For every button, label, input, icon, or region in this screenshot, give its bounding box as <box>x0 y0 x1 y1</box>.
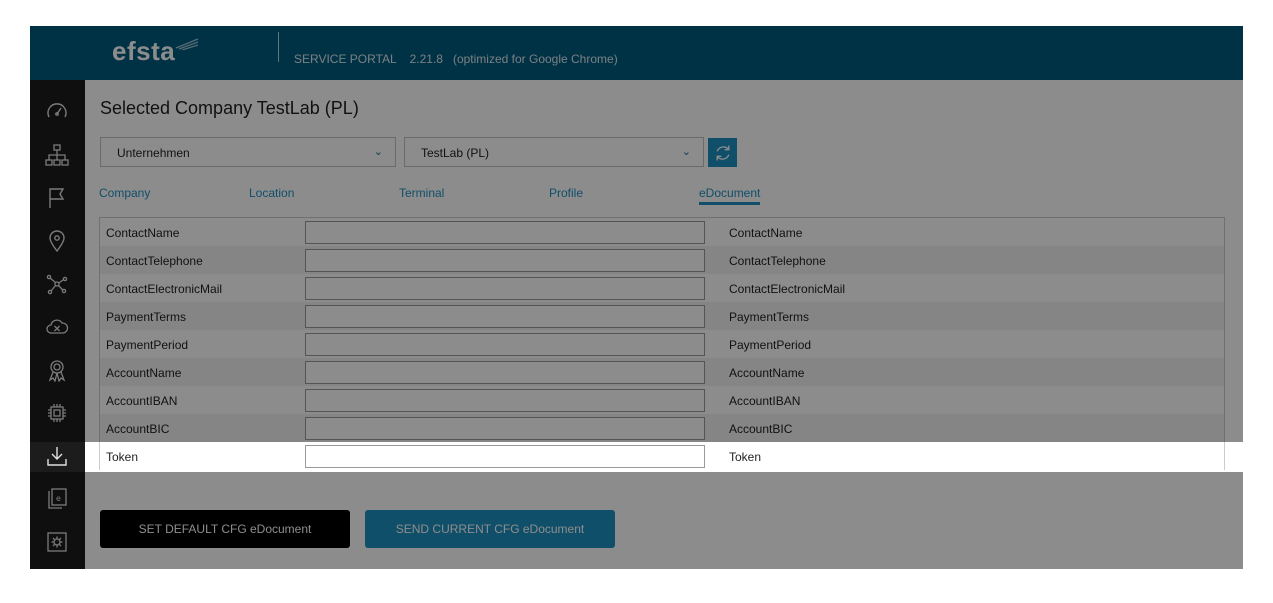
company-select[interactable]: TestLab (PL) ⌄ <box>404 137 704 167</box>
refresh-icon <box>716 145 729 160</box>
table-row: ContactTelephone ContactTelephone <box>100 246 1224 274</box>
payment-terms-field[interactable] <box>305 305 705 328</box>
row-label: PaymentTerms <box>106 310 187 324</box>
row-right-label: ContactTelephone <box>729 254 826 268</box>
table-row: AccountIBAN AccountIBAN <box>100 386 1224 414</box>
download-icon[interactable] <box>43 442 71 470</box>
location-pin-icon[interactable] <box>43 227 71 255</box>
chevron-down-icon: ⌄ <box>373 146 383 158</box>
row-right-label: PaymentTerms <box>729 310 810 324</box>
table-row: ContactName ContactName <box>100 218 1224 246</box>
logo-wing-icon <box>175 38 199 50</box>
sidebar: e <box>30 80 85 569</box>
contact-name-field[interactable] <box>305 221 705 244</box>
tab-location[interactable]: Location <box>249 186 294 200</box>
row-label: ContactTelephone <box>106 254 203 268</box>
tab-profile[interactable]: Profile <box>549 186 583 200</box>
dashboard-icon[interactable] <box>43 98 71 126</box>
row-label: AccountName <box>106 366 182 380</box>
send-current-cfg-button[interactable]: SEND CURRENT CFG eDocument <box>365 510 615 548</box>
svg-text:e: e <box>56 494 61 503</box>
row-label: AccountIBAN <box>106 394 178 408</box>
main-content: Selected Company TestLab (PL) Unternehme… <box>85 80 1243 569</box>
row-label: PaymentPeriod <box>106 338 189 352</box>
table-row: ContactElectronicMail ContactElectronicM… <box>100 274 1224 302</box>
table-row: Token Token <box>100 442 1224 470</box>
portal-info: SERVICE PORTAL 2.21.8 (optimized for Goo… <box>294 52 618 66</box>
row-label: ContactName <box>106 226 180 240</box>
row-right-label: PaymentPeriod <box>729 338 812 352</box>
table-row: PaymentTerms PaymentTerms <box>100 302 1224 330</box>
chevron-down-icon: ⌄ <box>681 146 691 158</box>
settings-box-icon[interactable] <box>43 528 71 556</box>
contact-email-field[interactable] <box>305 277 705 300</box>
network-icon[interactable] <box>43 270 71 298</box>
top-header: efsta SERVICE PORTAL 2.21.8 (optimized f… <box>30 26 1243 80</box>
account-iban-field[interactable] <box>305 389 705 412</box>
chip-icon[interactable] <box>43 399 71 427</box>
refresh-button[interactable] <box>708 138 737 167</box>
row-right-label: AccountName <box>729 366 805 380</box>
tab-company[interactable]: Company <box>99 186 150 200</box>
row-right-label: AccountIBAN <box>729 394 801 408</box>
tab-terminal[interactable]: Terminal <box>399 186 444 200</box>
page-title: Selected Company TestLab (PL) <box>100 98 359 118</box>
app-window: efsta SERVICE PORTAL 2.21.8 (optimized f… <box>30 26 1243 569</box>
row-right-label: Token <box>729 450 762 464</box>
contact-telephone-field[interactable] <box>305 249 705 272</box>
certificate-icon[interactable] <box>43 356 71 384</box>
efsta-logo[interactable]: efsta <box>112 36 199 67</box>
row-right-label: ContactElectronicMail <box>729 282 846 296</box>
edocument-config-table: ContactName ContactName ContactTelephone… <box>99 217 1225 470</box>
account-name-field[interactable] <box>305 361 705 384</box>
row-right-label: AccountBIC <box>729 422 793 436</box>
row-right-label: ContactName <box>729 226 803 240</box>
header-divider <box>278 32 279 62</box>
type-select-value: Unternehmen <box>117 146 190 160</box>
document-e-icon[interactable]: e <box>43 485 71 513</box>
flag-icon[interactable] <box>43 184 71 212</box>
row-label: Token <box>106 450 139 464</box>
table-row: AccountBIC AccountBIC <box>100 414 1224 442</box>
account-bic-field[interactable] <box>305 417 705 440</box>
logo-text: efsta <box>112 36 176 66</box>
hierarchy-icon[interactable] <box>43 141 71 169</box>
tab-edocument[interactable]: eDocument <box>699 186 761 205</box>
token-field[interactable] <box>305 445 705 468</box>
payment-period-field[interactable] <box>305 333 705 356</box>
row-label: ContactElectronicMail <box>106 282 223 296</box>
cloud-x-icon[interactable] <box>43 313 71 341</box>
table-row: AccountName AccountName <box>100 358 1224 386</box>
row-label: AccountBIC <box>106 422 170 436</box>
company-select-value: TestLab (PL) <box>421 146 490 160</box>
table-row: PaymentPeriod PaymentPeriod <box>100 330 1224 358</box>
set-default-cfg-button[interactable]: SET DEFAULT CFG eDocument <box>100 510 350 548</box>
type-select[interactable]: Unternehmen ⌄ <box>100 137 396 167</box>
